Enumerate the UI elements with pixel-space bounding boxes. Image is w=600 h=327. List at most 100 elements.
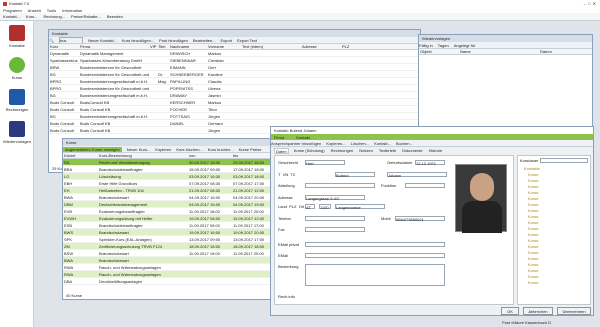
table-row[interactable]: SPK Sprinkler-Kurs (EAL-Anlagen) 13.09.201… xyxy=(63,236,276,243)
wiedervorlagen-toolbar-item-2[interactable]: Angelegt für xyxy=(454,43,476,48)
table-row[interactable]: DBM Deutschbrandmanagement 04.09.2017 16:0… xyxy=(63,201,276,208)
bemerkung-field[interactable] xyxy=(305,264,445,286)
subtab-5[interactable]: Dokumente xyxy=(401,148,423,154)
table-row[interactable]: BSW Brandschutzwart 11.09.2017 19:00 11.09.… xyxy=(63,250,276,257)
geburtsdatum-field[interactable]: 12.12.1971 xyxy=(415,160,445,166)
sidebar-item-kurse[interactable]: Kurse xyxy=(4,57,30,85)
menu-item-3[interactable]: Information xyxy=(62,8,82,13)
cancel-button[interactable]: Abbrechen xyxy=(523,307,553,315)
adresse-field[interactable]: Langergasse 6-4/2 xyxy=(305,195,365,201)
land-field[interactable]: AT xyxy=(305,204,315,210)
funktion-field[interactable] xyxy=(405,183,445,188)
menu-item-0[interactable]: Programm xyxy=(3,8,22,13)
kurse-col-header[interactable]: Kurs-Bezeichnung xyxy=(98,153,188,158)
fax-field[interactable] xyxy=(305,227,365,232)
ok-button[interactable]: OK xyxy=(501,307,519,315)
kurse-toolbar-item-3[interactable]: Kurs löschen... xyxy=(176,147,202,152)
contacts-col-header[interactable]: VIP xyxy=(149,44,157,49)
subtab-3[interactable]: Notizen xyxy=(358,148,374,154)
contacts-toolbar-item-1[interactable]: Kurs hinzufügen... xyxy=(122,38,154,43)
table-row[interactable]: BRA Brandschutzbeauftragter 15.09.2017 09:… xyxy=(63,166,276,173)
contacts-col-header[interactable]: PLZ xyxy=(341,44,351,49)
tab-firma[interactable]: Firma xyxy=(274,135,284,140)
kurse-toolbar-item-5[interactable]: Kurse Preise xyxy=(239,147,262,152)
kontakt-toolbar-item-0[interactable]: Ansprechpartner hinzufügen xyxy=(271,141,321,146)
toolbar-item-0[interactable]: Kontakt... xyxy=(3,14,20,19)
table-row[interactable]: RA Recht und Verantwortung/ag 30.09.2017 1… xyxy=(63,159,276,166)
kurse-toolbar-item-4[interactable]: Kurs buchen... xyxy=(208,147,234,152)
table-row[interactable]: BG Bundesministeriumgesellschaft m.b.H. DR… xyxy=(49,92,420,99)
tree-item[interactable]: Kurse xyxy=(524,280,590,286)
vorname-field[interactable]: Bulend xyxy=(335,172,375,178)
kursdauer-field[interactable] xyxy=(540,158,588,163)
subtab-0[interactable]: Daten xyxy=(274,148,289,154)
apply-button[interactable]: Übernehmen xyxy=(557,307,591,315)
toolbar-item-1[interactable]: Kurs... xyxy=(26,14,38,19)
table-row[interactable]: EH Heißarbeiten - TRVB 104 21.09.2017 08:3… xyxy=(63,187,276,194)
wiedervorlagen-toolbar-item-1[interactable]: Tagen xyxy=(438,43,449,48)
subtab-6[interactable]: Historie xyxy=(428,148,444,154)
plz-field[interactable]: 1100 xyxy=(319,204,331,210)
contacts-toolbar-item-0[interactable]: Neuer Kontakt... xyxy=(88,38,117,43)
table-row[interactable]: BWA Brandschutzwart 04.09.2017 16:00 04.09.… xyxy=(63,194,276,201)
abteilung-field[interactable] xyxy=(305,183,375,188)
table-row[interactable]: ZM Zertifizierungsschulung TRVB F124 18.09… xyxy=(63,243,276,250)
nachname-field[interactable]: Johann xyxy=(387,172,447,178)
subtab-4[interactable]: Textbriefe xyxy=(378,148,397,154)
menu-item-1[interactable]: Ansicht xyxy=(28,8,41,13)
table-row[interactable]: RWA Rauch- und Wärmeabzugsanlagen xyxy=(63,264,276,271)
table-row[interactable]: LO Löschübung 03.09.2017 16:30 03.09.2017 1… xyxy=(63,173,276,180)
kontakt-toolbar-item-1[interactable]: Kopieren... xyxy=(326,141,345,146)
table-row[interactable]: Buds Consult BudsConsult KB KERSCHNER Marku… xyxy=(49,99,420,106)
contacts-col-header[interactable]: Nachname xyxy=(169,44,207,49)
email-field[interactable] xyxy=(305,253,445,258)
menu-item-2[interactable]: Tools xyxy=(47,8,56,13)
sidebar-item-wiedervorlagen[interactable]: Wiedervorlagen xyxy=(2,121,32,149)
subtab-2[interactable]: Rechnungen xyxy=(330,148,355,154)
kurse-toolbar-item-0[interactable]: Angemeldeten Kurse anzeigen xyxy=(63,146,122,152)
wiedervorlagen-col-header[interactable]: Name xyxy=(459,49,539,54)
kurse-toolbar-item-2[interactable]: Kopieren xyxy=(155,147,171,152)
contacts-col-header[interactable]: Vorname xyxy=(207,44,241,49)
toolbar-item-3[interactable]: Preise/Rabatte... xyxy=(71,14,101,19)
contacts-toolbar-item-3[interactable]: Bearbeiten... xyxy=(193,38,216,43)
table-row[interactable]: Dynamatik Dynamatik Management DRIWISCH Mar… xyxy=(49,50,420,57)
sidebar-item-rechnungen[interactable]: Rechnungen xyxy=(4,89,30,117)
table-row[interactable]: Sparkassenbus Sparkassen-Krisenberatung G… xyxy=(49,57,420,64)
contacts-col-header[interactable]: Titel xyxy=(157,44,169,49)
window-controls[interactable]: – □ ✕ xyxy=(584,1,596,6)
table-row[interactable]: BPRG Bundesministerium für Gesundheit und… xyxy=(49,85,420,92)
geschlecht-field[interactable]: Herr xyxy=(305,160,345,166)
table-row[interactable]: Buds Consult Buds Consult KB FOCHER Tibor xyxy=(49,106,420,113)
wiedervorlagen-col-header[interactable]: Datum xyxy=(539,49,589,54)
table-row[interactable]: EVB Evakuierungsbeauftragter 11.09.2017 16… xyxy=(63,208,276,215)
toolbar-item-2[interactable]: Rechnung... xyxy=(43,14,65,19)
ort-field[interactable]: Langenrambe xyxy=(335,204,385,210)
kontakt-toolbar-item-3[interactable]: Kontakt... xyxy=(374,141,391,146)
subtab-1[interactable]: Kurse (Schulung) xyxy=(293,148,326,154)
table-row[interactable]: BG Bundesministeriumgesellschaft m.b.H. PO… xyxy=(49,113,420,120)
kurse-toolbar-item-1[interactable]: Neuer Kurs... xyxy=(127,147,151,152)
toolbar-item-4[interactable]: Beenden xyxy=(107,14,123,19)
table-row[interactable]: BWA Brandschutzwart xyxy=(63,257,276,264)
contacts-col-header[interactable]: Adresse xyxy=(301,44,341,49)
kurse-col-header[interactable]: Kürzel xyxy=(63,153,98,158)
contacts-search[interactable]: bus xyxy=(58,37,83,43)
table-row[interactable]: EVWH Evakuierungsübung mit Helfer 19.09.20… xyxy=(63,215,276,222)
table-row[interactable]: RWA Rauch- und Wärmeabzugsanlagen xyxy=(63,271,276,278)
contacts-toolbar-item-4[interactable]: Export xyxy=(221,38,233,43)
wiedervorlagen-col-header[interactable]: Objekt xyxy=(419,49,459,54)
email-privat-field[interactable] xyxy=(305,242,445,247)
kurse-col-header[interactable]: von xyxy=(188,153,232,158)
tab-kontakt[interactable]: Kontakt xyxy=(296,135,310,140)
table-row[interactable]: BG Bundesministerium für Gesundheit und Dr… xyxy=(49,71,420,78)
sidebar-item-kontakte[interactable]: Kontakte xyxy=(4,25,30,53)
table-row[interactable]: ESB Brandschutzbeauftragter 11.09.2017 09:… xyxy=(63,222,276,229)
mobil-field[interactable]: 0664/73650021 xyxy=(395,216,445,222)
contacts-col-header[interactable]: Text (intern) xyxy=(241,44,301,49)
table-row[interactable]: BWS Brandschutzwart 19.09.2017 16:00 19.09.… xyxy=(63,229,276,236)
table-row[interactable]: DBA Druckbelüftungsanlagen xyxy=(63,278,276,285)
kontakt-toolbar-item-4[interactable]: Buchen... xyxy=(396,141,413,146)
table-row[interactable]: EBH Erste Hilfe Grundkurs 07.09.2017 08:30… xyxy=(63,180,276,187)
table-row[interactable]: BRW Bundesministerium für Gesundheit EIMAN… xyxy=(49,64,420,71)
